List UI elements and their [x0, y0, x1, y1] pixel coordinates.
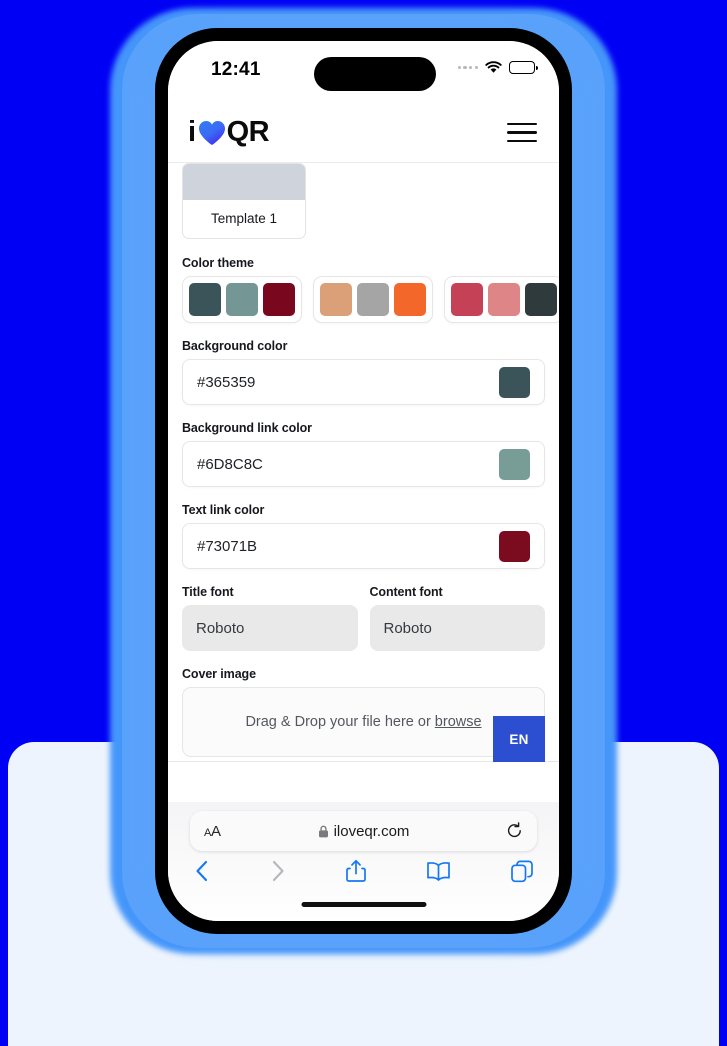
template-card[interactable]: Template 1 [182, 163, 306, 239]
theme-swatch [189, 283, 221, 316]
forward-chevron-icon[interactable] [270, 859, 286, 883]
safari-url-bar[interactable]: AA iloveqr.com [190, 811, 537, 851]
book-icon[interactable] [426, 860, 451, 882]
font-row: Title font Roboto Content font Roboto [182, 585, 545, 651]
phone-screen: 12:41 i QR Template 1 Color theme Backgr… [168, 41, 559, 921]
browse-link[interactable]: browse [435, 714, 482, 730]
theme-swatch [394, 283, 426, 316]
lock-icon [318, 825, 328, 837]
signal-dots-icon [457, 65, 478, 70]
title-font-section: Title font Roboto [182, 585, 358, 651]
logo-text-suffix: QR [226, 116, 270, 148]
safari-nav-tools [168, 859, 559, 883]
background-color-section: Background color #365359 [182, 339, 545, 405]
back-chevron-icon[interactable] [194, 859, 210, 883]
background-color-chip[interactable] [499, 366, 530, 398]
tabs-icon[interactable] [511, 860, 533, 883]
background-link-color-label: Background link color [182, 421, 312, 435]
safari-toolbar: AA iloveqr.com [168, 802, 559, 921]
color-theme-label: Color theme [182, 256, 254, 270]
text-link-color-input[interactable]: #73071B [182, 523, 545, 569]
page-content: Template 1 Color theme Background color … [168, 163, 559, 802]
site-logo[interactable]: i QR [188, 116, 270, 148]
background-color-label: Background color [182, 339, 288, 353]
theme-swatch [263, 283, 295, 316]
text-link-color-label: Text link color [182, 503, 265, 517]
title-font-label: Title font [182, 585, 234, 599]
status-bar: 12:41 [168, 41, 559, 103]
status-time: 12:41 [211, 59, 261, 80]
color-theme-section: Color theme [182, 256, 559, 323]
text-size-button[interactable]: AA [204, 823, 221, 840]
cover-image-label: Cover image [182, 667, 256, 681]
hamburger-menu-icon[interactable] [507, 122, 537, 143]
battery-full-icon [509, 61, 538, 74]
theme-swatch [525, 283, 557, 316]
wifi-icon [485, 61, 502, 73]
theme-swatch [226, 283, 258, 316]
screenshot-stage: 12:41 i QR Template 1 Color theme Backgr… [0, 0, 727, 1046]
background-link-color-input[interactable]: #6D8C8C [182, 441, 545, 487]
color-theme-option[interactable] [313, 276, 433, 323]
title-font-select[interactable]: Roboto [182, 605, 358, 651]
content-font-value: Roboto [383, 619, 432, 637]
reload-icon[interactable] [506, 822, 523, 840]
color-theme-option[interactable] [182, 276, 302, 323]
content-font-label: Content font [369, 585, 443, 599]
content-font-select[interactable]: Roboto [369, 605, 545, 651]
language-button[interactable]: EN [493, 716, 545, 762]
phone-frame: 12:41 i QR Template 1 Color theme Backgr… [155, 28, 572, 934]
cover-image-dropzone[interactable]: Drag & Drop your file here or browse [182, 687, 545, 757]
template-thumbnail [183, 164, 305, 200]
color-theme-list [182, 276, 559, 323]
title-font-value: Roboto [196, 619, 245, 637]
url-text: iloveqr.com [333, 822, 410, 840]
text-link-color-value: #73071B [197, 537, 258, 555]
content-font-section: Content font Roboto [369, 585, 545, 651]
dropzone-text: Drag & Drop your file here or [245, 714, 431, 730]
text-link-color-chip[interactable] [499, 530, 530, 562]
theme-swatch [357, 283, 389, 316]
text-link-color-section: Text link color #73071B [182, 503, 545, 569]
site-header: i QR [168, 103, 559, 163]
url-display: iloveqr.com [190, 823, 537, 840]
dynamic-island [314, 57, 436, 91]
template-name: Template 1 [210, 211, 278, 226]
theme-swatch [451, 283, 483, 316]
home-indicator [301, 902, 426, 907]
background-link-color-chip[interactable] [499, 448, 530, 480]
color-theme-option[interactable] [444, 276, 559, 323]
heart-icon [198, 120, 225, 145]
status-indicators [457, 61, 538, 74]
theme-swatch [488, 283, 520, 316]
template-section: Template 1 [182, 163, 545, 239]
background-link-color-section: Background link color #6D8C8C [182, 421, 545, 487]
background-link-color-value: #6D8C8C [197, 455, 263, 473]
logo-text-prefix: i [188, 116, 196, 148]
background-color-input[interactable]: #365359 [182, 359, 545, 405]
theme-swatch [320, 283, 352, 316]
background-color-value: #365359 [197, 373, 256, 391]
share-icon[interactable] [346, 859, 366, 883]
cover-image-section: Cover image Drag & Drop your file here o… [182, 667, 545, 757]
